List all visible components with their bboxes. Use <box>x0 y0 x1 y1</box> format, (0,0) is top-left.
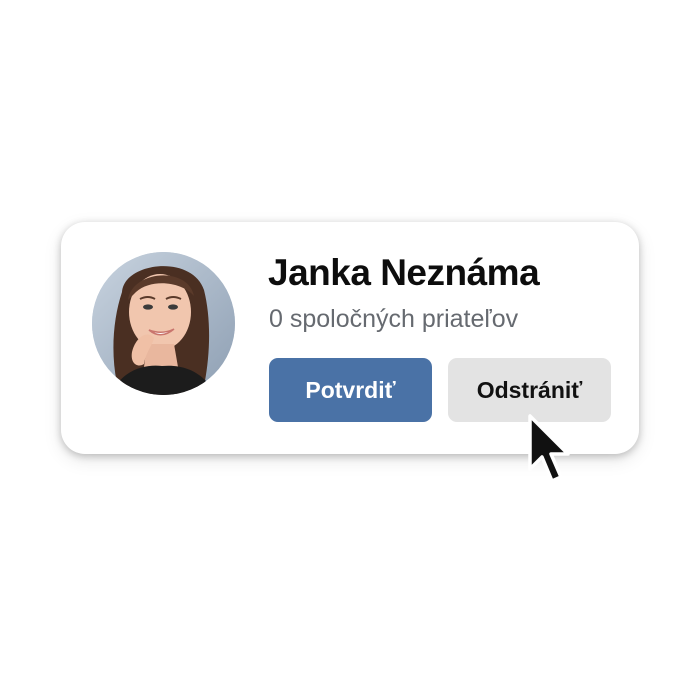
friend-name[interactable]: Janka Neznáma <box>268 252 540 294</box>
mutual-friends-count[interactable]: 0 spoločných priateľov <box>269 305 518 334</box>
mouse-pointer-icon <box>528 414 570 483</box>
avatar-photo <box>92 252 235 395</box>
confirm-button[interactable]: Potvrdiť <box>269 358 432 422</box>
stage: Janka Neznáma 0 spoločných priateľov Pot… <box>0 0 700 700</box>
avatar[interactable] <box>92 252 235 395</box>
